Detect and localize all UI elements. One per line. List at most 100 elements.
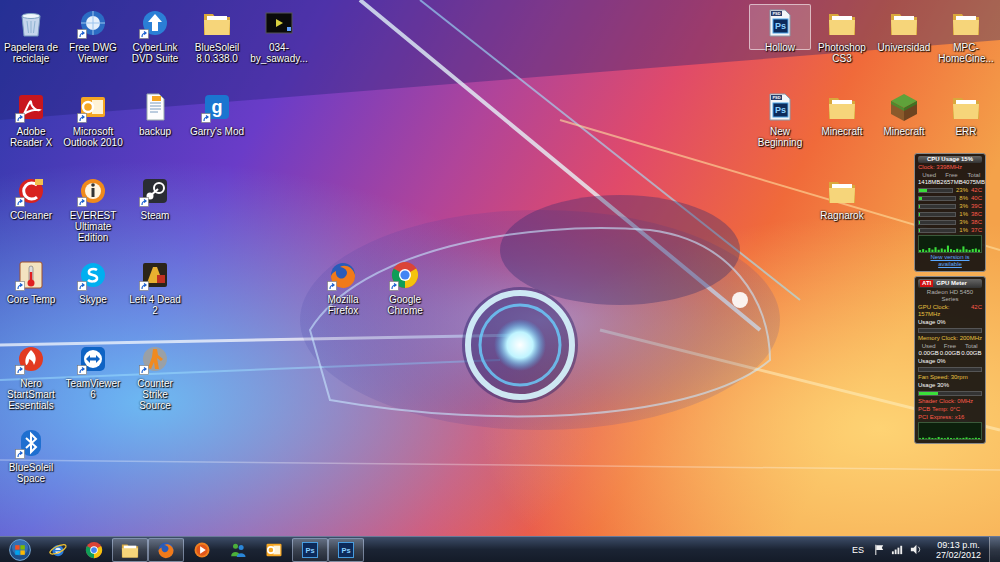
taskbar-button[interactable]	[184, 538, 220, 562]
icon-glyph: g	[212, 97, 223, 117]
desktop-icon[interactable]: Mozilla Firefox	[312, 256, 374, 340]
icon-image	[77, 175, 109, 207]
desktop[interactable]: Papelera de reciclaje Adobe Reader X CCl…	[0, 0, 1000, 536]
desktop-icon[interactable]: PSDPs Hollow	[749, 4, 811, 50]
core-row: 3% 39C	[918, 203, 982, 210]
desktop-icon[interactable]: Steam	[124, 172, 186, 256]
update-link[interactable]: New version is available	[918, 254, 982, 268]
icon-image	[201, 7, 233, 39]
taskbar-button[interactable]	[220, 538, 256, 562]
icon-label: Minecraft	[874, 126, 934, 137]
shortcut-arrow-icon	[77, 197, 87, 207]
psd-icon: PSDPs	[764, 91, 796, 123]
taskbar-button[interactable]	[40, 538, 76, 562]
desktop-icon[interactable]: Free DWG Viewer	[62, 4, 124, 88]
taskbar-button[interactable]	[256, 538, 292, 562]
fan-usage: Usage 30%	[918, 382, 982, 389]
memory-value: 0.00GB	[961, 350, 982, 357]
desktop-icon[interactable]: Counter Strike Source	[124, 340, 186, 424]
icon-image	[15, 343, 47, 375]
taskbar-button[interactable]	[76, 538, 112, 562]
desktop-icon[interactable]: Nero StartSmart Essentials	[0, 340, 62, 424]
desktop-icon[interactable]: BlueSoleil Space	[0, 424, 62, 508]
windows-start-orb-icon	[8, 538, 32, 562]
show-desktop-button[interactable]	[989, 537, 1000, 562]
history-bar	[959, 438, 961, 440]
network-icon[interactable]	[891, 543, 904, 556]
shortcut-arrow-icon	[77, 113, 87, 123]
desktop-icon[interactable]: g Garry's Mod	[186, 88, 248, 172]
icon-label: 034-by_sawady...	[249, 42, 309, 64]
flag-icon[interactable]	[873, 543, 886, 556]
shortcut-arrow-icon	[15, 197, 25, 207]
clock[interactable]: 09:13 p.m. 27/02/2012	[933, 540, 984, 560]
icon-image	[327, 259, 359, 291]
bar-fill	[919, 213, 920, 216]
bar-fill	[919, 205, 920, 208]
desktop-icon[interactable]: backup	[124, 88, 186, 172]
core-usage-bar	[918, 196, 956, 201]
taskbar: PsPs ES 09:13 p.m. 27/02/2012	[0, 536, 1000, 562]
icon-image	[77, 91, 109, 123]
taskbar-button[interactable]: Ps	[328, 538, 364, 562]
history-bar	[947, 438, 949, 439]
icon-image	[888, 91, 920, 123]
desktop-icon[interactable]: Papelera de reciclaje	[0, 4, 62, 88]
gpu-clock-row: GPU Clock: 157MHz 42C	[918, 304, 982, 318]
language-indicator[interactable]: ES	[852, 545, 864, 555]
history-bar	[962, 438, 964, 439]
desktop-icon[interactable]: BlueSoleil 8.0.338.0	[186, 4, 248, 88]
start-button[interactable]	[0, 538, 40, 562]
desktop-icon[interactable]: Google Chrome	[374, 256, 436, 340]
history-bar	[950, 438, 952, 440]
gpu-detail: PCB Temp: 0°C	[918, 406, 982, 413]
history-bar	[919, 250, 921, 252]
desktop-icon[interactable]: Minecraft	[811, 88, 873, 172]
desktop-icon[interactable]: Photoshop CS3	[811, 4, 873, 88]
icon-column: 034-by_sawady...	[248, 4, 310, 508]
desktop-icon[interactable]: Adobe Reader X	[0, 88, 62, 172]
taskbar-button[interactable]	[112, 538, 148, 562]
history-bar	[944, 438, 946, 440]
icon-label: ERR	[936, 126, 996, 137]
desktop-icon[interactable]: 034-by_sawady...	[248, 4, 310, 88]
gadget-title: CPU Usage 15%	[918, 156, 982, 163]
folder-icon	[950, 7, 982, 39]
memory-value: 0.00GB	[918, 350, 939, 357]
desktop-icon[interactable]: Core Temp	[0, 256, 62, 340]
desktop-icon[interactable]: Microsoft Outlook 2010	[62, 88, 124, 172]
history-bar	[969, 250, 971, 252]
document-icon	[139, 91, 171, 123]
icon-label: Minecraft	[812, 126, 872, 137]
history-bar	[972, 438, 974, 440]
history-bar	[922, 438, 924, 439]
icon-label: Microsoft Outlook 2010	[63, 126, 123, 148]
desktop-icon[interactable]: Left 4 Dead 2	[124, 256, 186, 340]
gpu-history-chart	[918, 422, 982, 440]
memory-value: 2657MB	[940, 179, 962, 186]
volume-icon[interactable]	[909, 543, 922, 556]
desktop-icon[interactable]: PSDPs New Beginning	[749, 88, 811, 172]
desktop-icon[interactable]: TeamViewer 6	[62, 340, 124, 424]
desktop-icon[interactable]: Ragnarok	[811, 172, 873, 256]
desktop-icon[interactable]: CCleaner	[0, 172, 62, 256]
desktop-icon[interactable]: CyberLink DVD Suite	[124, 4, 186, 88]
history-bar	[925, 250, 927, 252]
shortcut-arrow-icon	[139, 365, 149, 375]
taskbar-button[interactable]	[148, 538, 184, 562]
memory-value: 1418MB	[918, 179, 940, 186]
icon-label: CCleaner	[1, 210, 61, 221]
taskbar-button[interactable]: Ps	[292, 538, 328, 562]
gpu-detail: Shader Clock: 0MHz	[918, 398, 982, 405]
clock-date: 27/02/2012	[936, 550, 981, 560]
video-icon	[263, 7, 295, 39]
mediaplayer-icon	[192, 540, 212, 560]
icon-image	[950, 7, 982, 39]
desktop-icon[interactable]: Skype	[62, 256, 124, 340]
desktop-icon[interactable]: EVEREST Ultimate Edition	[62, 172, 124, 256]
folder-icon	[201, 7, 233, 39]
desktop-icon[interactable]: MPC-HomeCine...	[935, 4, 997, 88]
gpu-meter-gadget[interactable]: ATI GPU Meter Radeon HD 5450 Series GPU …	[914, 276, 986, 444]
cpu-usage-gadget[interactable]: CPU Usage 15% Clock: 3398MHz UsedFreeTot…	[914, 153, 986, 272]
desktop-icon[interactable]: Universidad	[873, 4, 935, 88]
